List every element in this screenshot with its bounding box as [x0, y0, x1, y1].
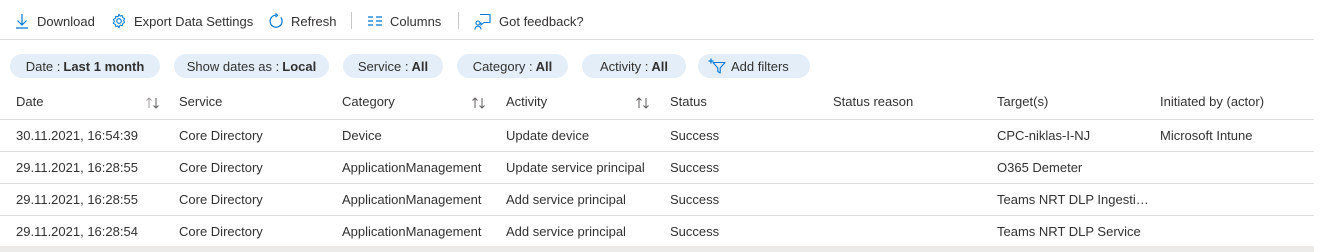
cell-date: 29.11.2021, 16:28:54: [16, 224, 138, 239]
export-data-settings-button[interactable]: Export Data Settings: [111, 11, 253, 31]
table-row[interactable]: 29.11.2021, 16:28:55 Core Directory Appl…: [0, 184, 1314, 216]
column-header-status: Status: [670, 94, 707, 109]
cell-initiated-by: [1160, 152, 1310, 183]
filter-service[interactable]: Service : All: [343, 54, 443, 78]
cell-status-reason: [833, 152, 983, 183]
cell-category: ApplicationManagement: [342, 160, 482, 175]
cell-category: Device: [342, 128, 382, 143]
table-row[interactable]: 29.11.2021, 16:28:55 Core Directory Appl…: [0, 152, 1314, 184]
refresh-button[interactable]: Refresh: [268, 11, 337, 31]
cell-status: Success: [670, 160, 720, 175]
filter-category-label: Category :: [472, 58, 533, 74]
refresh-label: Refresh: [291, 13, 337, 29]
cell-service: Core Directory: [179, 128, 263, 143]
filter-show-dates-value: Local: [282, 58, 317, 74]
filter-activity-value: All: [651, 58, 669, 74]
table-row[interactable]: 30.11.2021, 16:54:39 Core Directory Devi…: [0, 120, 1314, 152]
cell-activity: Update device: [506, 128, 590, 143]
cell-service: Core Directory: [179, 192, 263, 207]
table-row[interactable]: 29.11.2021, 16:28:54 Core Directory Appl…: [0, 216, 1314, 247]
download-icon: [14, 13, 30, 29]
cell-service: Core Directory: [179, 224, 263, 239]
column-header-targets: Target(s): [997, 94, 1049, 109]
filter-service-label: Service :: [357, 58, 409, 74]
column-header-service: Service: [179, 94, 223, 109]
gear-icon: [111, 13, 127, 29]
filter-date[interactable]: Date : Last 1 month: [10, 54, 160, 78]
cell-initiated-by: [1160, 184, 1310, 215]
cell-date: 30.11.2021, 16:54:39: [16, 128, 138, 143]
add-filter-icon: [708, 58, 726, 74]
columns-icon: [367, 13, 383, 29]
got-feedback-label: Got feedback?: [499, 13, 584, 29]
cell-status-reason: [833, 216, 983, 247]
filter-category[interactable]: Category : All: [457, 54, 568, 78]
add-filters-button[interactable]: Add filters: [698, 54, 810, 78]
cell-category: ApplicationManagement: [342, 192, 482, 207]
filter-activity[interactable]: Activity : All: [582, 54, 686, 78]
filter-activity-label: Activity :: [599, 58, 649, 74]
download-button[interactable]: Download: [14, 11, 95, 31]
table-next-row-edge: [0, 246, 1314, 252]
cell-targets: Teams NRT DLP Ingestion Service: [997, 192, 1149, 207]
got-feedback-button[interactable]: Got feedback?: [474, 11, 584, 31]
cell-category: ApplicationManagement: [342, 224, 482, 239]
column-header-category[interactable]: Category: [342, 87, 395, 119]
cell-activity: Update service principal: [506, 160, 645, 175]
sort-category-icon[interactable]: [471, 96, 487, 110]
column-header-initiated-by: Initiated by (actor): [1160, 94, 1265, 109]
filter-show-dates-label: Show dates as :: [186, 58, 280, 74]
toolbar-divider: [351, 12, 352, 29]
cell-targets: Teams NRT DLP Service: [997, 224, 1141, 239]
column-header-activity[interactable]: Activity: [506, 87, 547, 119]
refresh-icon: [268, 13, 284, 29]
toolbar-divider: [458, 12, 459, 29]
cell-status-reason: [833, 184, 983, 215]
command-bar: Download Export Data Settings Refresh Co…: [0, 0, 1314, 40]
cell-initiated-by: [1160, 216, 1310, 247]
cell-initiated-by: Microsoft Intune: [1160, 128, 1253, 143]
cell-targets: CPC-niklas-I-NJ: [997, 128, 1091, 143]
cell-status: Success: [670, 192, 720, 207]
cell-activity: Add service principal: [506, 224, 626, 239]
cell-status-reason: [833, 120, 983, 151]
filter-category-value: All: [535, 58, 553, 74]
cell-service: Core Directory: [179, 160, 263, 175]
filter-show-dates-as[interactable]: Show dates as : Local: [174, 54, 329, 78]
sort-date-icon[interactable]: [145, 96, 161, 110]
download-label: Download: [37, 13, 95, 29]
table-header: Date Service Category Activity Status St…: [0, 87, 1314, 120]
filter-service-value: All: [411, 58, 429, 74]
sort-activity-icon[interactable]: [635, 96, 651, 110]
cell-targets: O365 Demeter: [997, 160, 1083, 175]
column-header-status-reason: Status reason: [833, 94, 914, 109]
feedback-icon: [474, 13, 492, 30]
add-filters-label: Add filters: [731, 58, 789, 74]
filter-date-value: Last 1 month: [63, 58, 145, 74]
cell-date: 29.11.2021, 16:28:55: [16, 192, 138, 207]
cell-status: Success: [670, 128, 720, 143]
columns-label: Columns: [390, 13, 442, 29]
column-header-date[interactable]: Date: [16, 87, 43, 119]
cell-activity: Add service principal: [506, 192, 626, 207]
cell-date: 29.11.2021, 16:28:55: [16, 160, 138, 175]
columns-button[interactable]: Columns: [367, 11, 441, 31]
filter-date-label: Date :: [25, 58, 61, 74]
export-data-settings-label: Export Data Settings: [134, 13, 254, 29]
cell-status: Success: [670, 224, 720, 239]
